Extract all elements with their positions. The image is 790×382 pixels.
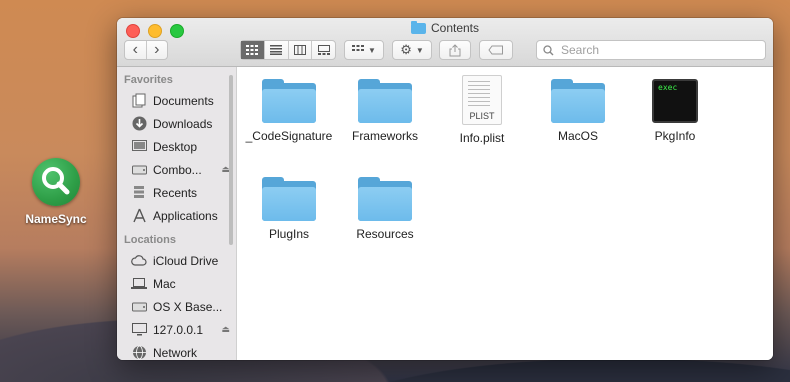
file-name: Info.plist [459,131,505,145]
sidebar-item-label: 127.0.0.1 [153,322,204,337]
back-forward-control: ‹ › [124,40,168,60]
sidebar-item-documents[interactable]: Documents [117,89,236,112]
chevron-down-icon: ▼ [368,45,376,55]
gear-icon: ⚙ [400,42,412,57]
chevron-down-icon: ▼ [415,45,424,55]
file-name: MacOS [557,129,598,143]
file-item-codesignature[interactable]: _CodeSignature [241,79,337,143]
sidebar-item-osx-base[interactable]: OS X Base... [117,295,236,318]
file-item-plugins[interactable]: PlugIns [241,177,337,241]
file-item-frameworks[interactable]: Frameworks [337,79,433,143]
file-name: Frameworks [351,129,418,143]
search-field[interactable] [536,40,766,60]
column-view-icon [293,45,306,55]
window-title: Contents [117,20,773,35]
plist-file-icon: PLIST [462,75,502,125]
gallery-view-icon [317,45,330,55]
sidebar-item-downloads[interactable]: Downloads [117,112,236,135]
sidebar-item-mac[interactable]: Mac [117,272,236,295]
file-name: Resources [356,227,414,241]
sidebar-item-desktop[interactable]: Desktop [117,135,236,158]
file-name: _CodeSignature [245,129,333,143]
finder-window: Contents ‹ › ▼ ⚙ ▼ Search Favorites Docu… [117,18,773,360]
search-input[interactable] [559,42,743,58]
back-button[interactable]: ‹ [125,41,146,59]
action-menu-button[interactable]: ⚙ ▼ [392,40,432,60]
folder-icon [262,177,316,221]
eject-icon[interactable]: ⏏ [221,324,230,335]
folder-icon [551,79,605,123]
folder-icon [262,79,316,123]
desktop-icon [131,139,147,155]
tags-button[interactable] [479,40,513,60]
sidebar-item-localhost[interactable]: 127.0.0.1 ⏏ [117,318,236,341]
disk-icon [131,162,147,178]
applications-icon [131,208,147,224]
desktop-app-label: NameSync [25,212,87,226]
sidebar-item-label: Combo... [153,162,202,177]
sidebar-item-label: Mac [153,276,176,291]
folder-icon [358,177,412,221]
chevron-right-icon: › [154,41,160,58]
sidebar-heading-favorites: Favorites [124,74,173,86]
file-name: PlugIns [268,227,310,241]
sidebar-item-label: Recents [153,185,198,200]
display-icon [131,322,147,338]
list-view-button[interactable] [263,41,288,59]
search-icon [543,44,554,55]
cloud-icon [131,253,147,269]
sidebar-item-label: Documents [153,93,214,108]
exec-badge: exec [658,83,678,92]
view-mode-control [240,40,336,60]
list-view-icon [270,45,283,55]
file-item-macos[interactable]: MacOS [530,79,626,143]
sidebar-item-label: iCloud Drive [153,253,219,268]
terminal-exec-icon: exec [652,79,698,123]
forward-button[interactable]: › [145,41,168,59]
file-browser: _CodeSignature Frameworks PLIST Info.pli… [237,67,773,360]
sidebar-heading-locations: Locations [124,234,176,246]
recents-icon [131,185,147,201]
globe-icon [131,345,147,361]
group-by-dropdown[interactable]: ▼ [344,40,384,60]
sidebar-item-icloud-drive[interactable]: iCloud Drive [117,249,236,272]
window-title-text: Contents [430,21,480,35]
disk-icon [131,299,147,315]
folder-icon [358,79,412,123]
plist-badge: PLIST [469,111,495,121]
sidebar-item-label: Network [153,345,198,360]
file-name: PkgInfo [654,129,696,143]
desktop-app-namesync[interactable]: NameSync [24,158,88,226]
sidebar-item-label: OS X Base... [153,299,223,314]
sidebar-item-combo[interactable]: Combo... ⏏ [117,158,236,181]
documents-icon [131,93,147,109]
file-item-info-plist[interactable]: PLIST Info.plist [434,75,530,145]
titlebar: Contents ‹ › ▼ ⚙ ▼ [117,18,773,67]
group-icon [352,45,365,51]
file-item-pkginfo[interactable]: exec PkgInfo [627,79,723,143]
sidebar-item-label: Desktop [153,139,198,154]
downloads-icon [131,116,147,132]
sidebar-item-applications[interactable]: Applications [117,204,236,227]
file-item-resources[interactable]: Resources [337,177,433,241]
sidebar-item-label: Downloads [153,116,213,131]
laptop-icon [131,276,147,292]
icon-view-button[interactable] [241,41,264,59]
sidebar-item-label: Applications [153,208,218,223]
chevron-left-icon: ‹ [132,41,138,58]
sidebar-scrollbar[interactable] [229,75,233,245]
sidebar: Favorites Documents Downloads Desktop Co… [117,67,237,360]
sidebar-item-recents[interactable]: Recents [117,181,236,204]
namesync-app-icon [32,158,80,206]
folder-icon [410,20,426,34]
share-button[interactable] [439,40,471,60]
icon-view-icon [246,45,259,55]
gallery-view-button[interactable] [311,41,335,59]
sidebar-item-network[interactable]: Network [117,341,236,360]
tag-icon [488,45,503,55]
column-view-button[interactable] [287,41,312,59]
share-icon [449,43,461,56]
